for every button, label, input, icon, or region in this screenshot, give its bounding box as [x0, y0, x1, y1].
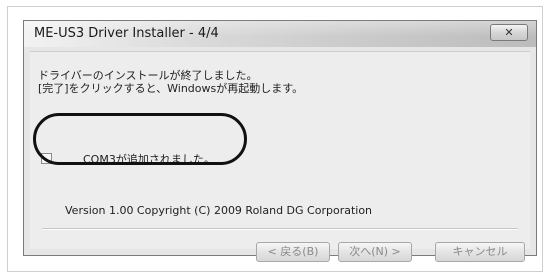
message-line-1: ドライバーのインストールが終了しました。: [38, 69, 258, 82]
cancel-button[interactable]: キャンセル: [435, 242, 525, 262]
completion-message: ドライバーのインストールが終了しました。 [完了]をクリックすると、Window…: [38, 69, 303, 95]
button-separator: [42, 228, 518, 230]
window-title: ME-US3 Driver Installer - 4/4: [34, 26, 219, 41]
dialog-body: ドライバーのインストールが終了しました。 [完了]をクリックすると、Window…: [30, 51, 530, 262]
next-button[interactable]: 次へ(N) >: [338, 242, 412, 262]
version-copyright: Version 1.00 Copyright (C) 2009 Roland D…: [65, 204, 373, 217]
back-button[interactable]: < 戻る(B): [256, 242, 330, 262]
installer-dialog: ME-US3 Driver Installer - 4/4 ✕ ドライバーのイン…: [23, 20, 537, 262]
message-line-2: [完了]をクリックすると、Windowsが再起動します。: [38, 82, 304, 95]
close-icon: ✕: [504, 26, 514, 39]
com3-checkbox[interactable]: [41, 153, 52, 164]
close-button[interactable]: ✕: [490, 24, 528, 41]
title-bar: ME-US3 Driver Installer - 4/4 ✕: [24, 21, 536, 47]
com3-checkbox-label: COM3が追加されました。: [83, 153, 215, 166]
